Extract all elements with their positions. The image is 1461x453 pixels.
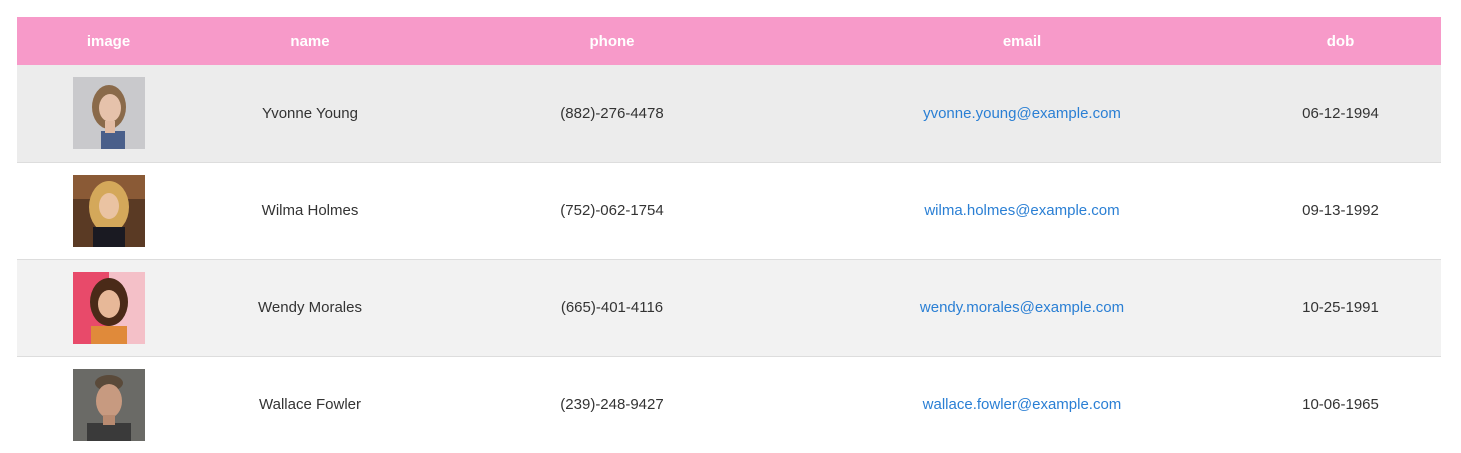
table-header: image name phone email dob	[17, 17, 1441, 65]
avatar	[72, 77, 145, 150]
dob-cell: 10-06-1965	[1302, 396, 1379, 414]
column-header-phone[interactable]: phone	[420, 17, 804, 65]
email-link[interactable]: wendy.morales@example.com	[920, 299, 1124, 316]
column-header-dob[interactable]: dob	[1240, 17, 1441, 65]
table-row: Wendy Morales (665)-401-4116 wendy.moral…	[17, 259, 1441, 356]
dob-cell: 10-25-1991	[1302, 299, 1379, 316]
phone-cell: (239)-248-9427	[560, 396, 664, 414]
image-cell	[17, 65, 200, 162]
email-cell: wendy.morales@example.com	[804, 259, 1240, 356]
email-cell: wallace.fowler@example.com	[804, 356, 1240, 453]
column-header-name[interactable]: name	[200, 17, 420, 65]
email-link[interactable]: wallace.fowler@example.com	[923, 396, 1122, 413]
email-link[interactable]: yvonne.young@example.com	[923, 105, 1121, 122]
dob-cell: 09-13-1992	[1302, 202, 1379, 219]
table-row: Wallace Fowler (239)-248-9427 wallace.fo…	[17, 356, 1441, 453]
name-cell: Wilma Holmes	[261, 202, 359, 219]
image-cell	[17, 162, 200, 259]
phone-cell: (665)-401-4116	[560, 299, 664, 316]
column-header-image[interactable]: image	[17, 17, 200, 65]
name-cell: Wallace Fowler	[259, 396, 361, 414]
phone-cell: (752)-062-1754	[560, 202, 664, 219]
avatar	[72, 368, 145, 441]
table-row: Yvonne Young (882)-276-4478 yvonne.young…	[17, 65, 1441, 162]
email-cell: yvonne.young@example.com	[804, 65, 1240, 162]
users-table-container: image name phone email dob Yvonne Young …	[17, 17, 1441, 453]
email-cell: wilma.holmes@example.com	[804, 162, 1240, 259]
users-table: image name phone email dob Yvonne Young …	[17, 17, 1441, 453]
phone-cell: (882)-276-4478	[560, 104, 664, 122]
header-row: image name phone email dob	[17, 17, 1441, 65]
name-cell: Yvonne Young	[262, 104, 358, 122]
dob-cell: 06-12-1994	[1302, 104, 1379, 122]
avatar	[72, 271, 145, 344]
name-cell: Wendy Morales	[258, 299, 362, 316]
email-link[interactable]: wilma.holmes@example.com	[924, 202, 1119, 219]
table-body: Yvonne Young (882)-276-4478 yvonne.young…	[17, 65, 1441, 453]
column-header-email[interactable]: email	[804, 17, 1240, 65]
avatar	[72, 174, 145, 247]
image-cell	[17, 259, 200, 356]
table-row: Wilma Holmes (752)-062-1754 wilma.holmes…	[17, 162, 1441, 259]
image-cell	[17, 356, 200, 453]
